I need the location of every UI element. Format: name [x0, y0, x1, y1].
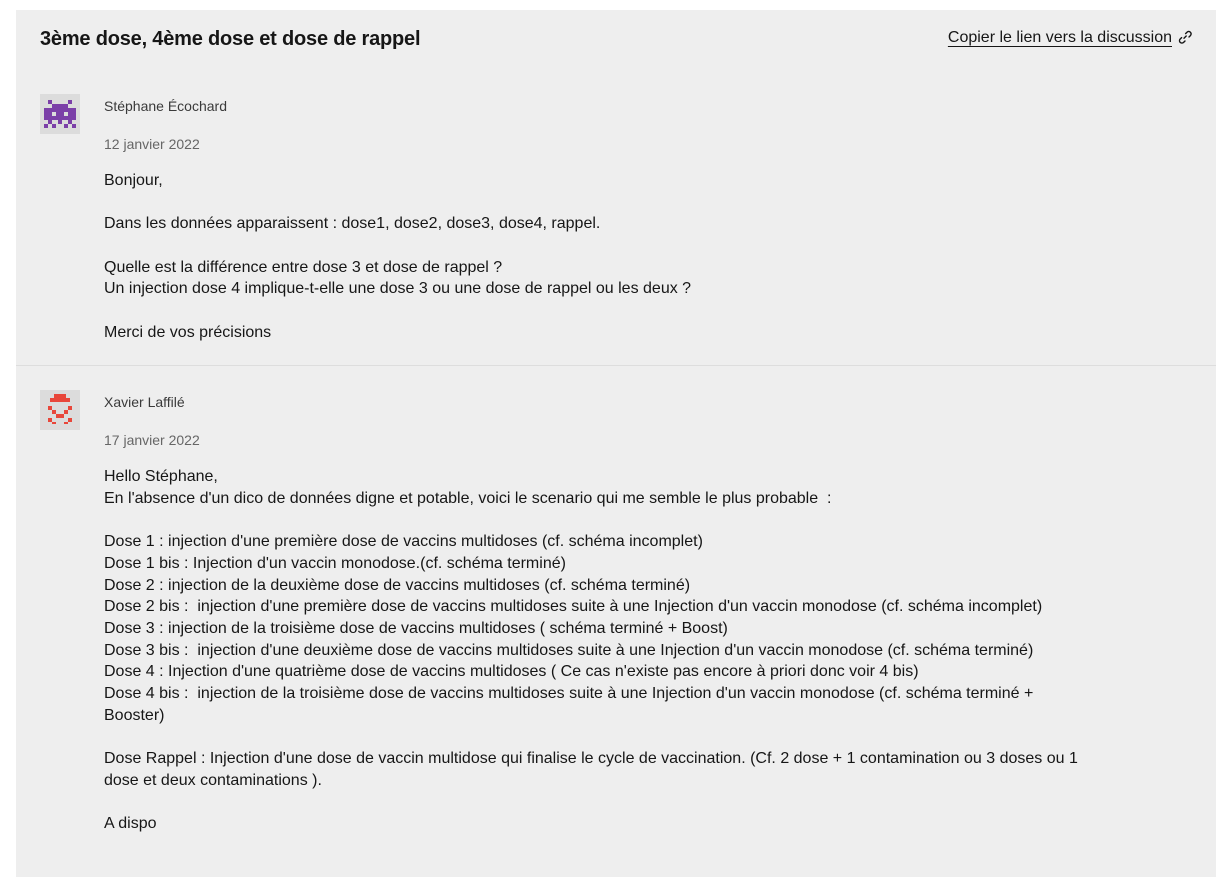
- message-body: Hello Stéphane, En l'absence d'un dico d…: [104, 466, 1184, 835]
- author-name: Stéphane Écochard: [104, 98, 227, 114]
- message-paragraph: Merci de vos précisions: [104, 323, 272, 341]
- pixel-invader-avatar: [44, 100, 76, 128]
- message-date: 17 janvier 2022: [104, 432, 200, 448]
- copy-link-label: Copier le lien vers la discussion: [947, 29, 1172, 46]
- message-paragraph: Dans les données apparaissent : dose1, d…: [104, 215, 601, 233]
- message-paragraph: A dispo: [104, 815, 157, 833]
- message-paragraph: Hello Stéphane, En l'absence d'un dico d…: [104, 468, 832, 507]
- message-body: Bonjour, Dans les données apparaissent :…: [104, 170, 1184, 344]
- message-date: 12 janvier 2022: [104, 136, 200, 152]
- discussion-title: 3ème dose, 4ème dose et dose de rappel: [40, 28, 421, 50]
- message-paragraph: Quelle est la différence entre dose 3 et…: [104, 258, 692, 298]
- copy-link-button[interactable]: Copier le lien vers la discussion: [948, 29, 1192, 49]
- message: Stéphane Écochard 12 janvier 2022 Bonjou…: [16, 94, 1216, 366]
- avatar: [40, 94, 80, 134]
- discussion-panel: 3ème dose, 4ème dose et dose de rappel C…: [16, 10, 1216, 877]
- avatar: [40, 390, 80, 430]
- message-paragraph: Dose 1 : injection d'une première dose d…: [104, 533, 1043, 724]
- discussion-header: 3ème dose, 4ème dose et dose de rappel C…: [40, 28, 1192, 54]
- message-paragraph: Dose Rappel : Injection d'une dose de va…: [104, 750, 1078, 789]
- message-paragraph: Bonjour,: [104, 172, 163, 189]
- pixel-face-avatar: [48, 394, 72, 424]
- author-name: Xavier Laffilé: [104, 394, 185, 410]
- link-icon: [1178, 30, 1192, 49]
